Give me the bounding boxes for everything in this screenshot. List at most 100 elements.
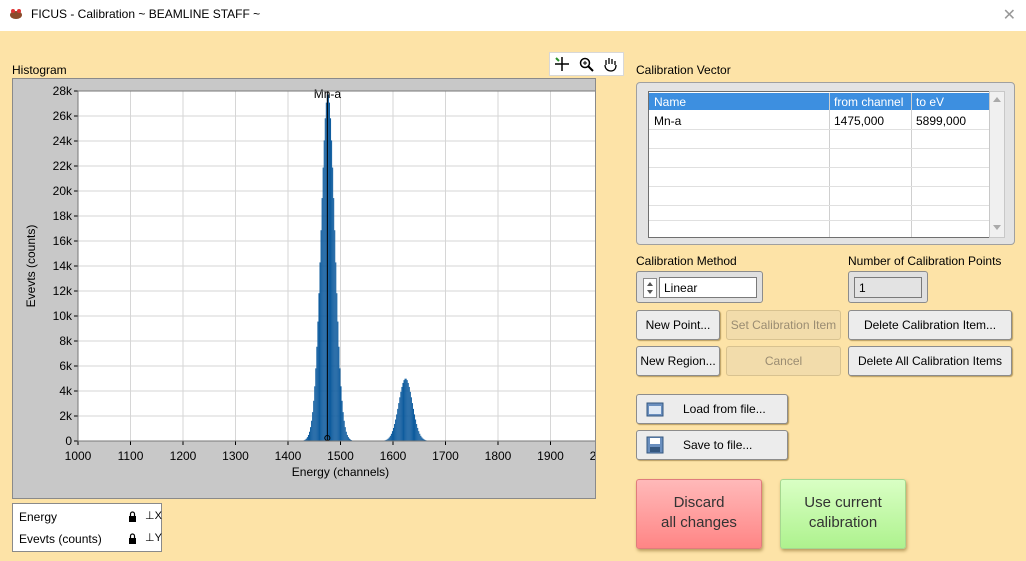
num-points-value: 1 — [859, 281, 866, 295]
x-axis-scale-icon[interactable]: ⊥X — [145, 509, 162, 522]
app-icon — [10, 9, 22, 19]
column-header-name[interactable]: Name — [654, 95, 686, 109]
x-tick-label: 1100 — [118, 449, 144, 463]
calibration-method-select[interactable]: Linear — [659, 277, 757, 298]
lock-icon[interactable] — [128, 511, 137, 522]
cancel-button[interactable]: Cancel — [726, 346, 841, 376]
y-axis-scale-icon[interactable]: ⊥Y — [145, 531, 162, 544]
table-row[interactable]: Mn-a 1475,000 5899,000 — [649, 111, 989, 129]
legend-label-y: Evevts (counts) — [19, 532, 102, 546]
histogram-bar — [347, 437, 349, 441]
cell-to-ev[interactable]: 5899,000 — [916, 114, 966, 128]
y-tick-label: 0 — [65, 434, 72, 448]
histogram-bar — [341, 400, 343, 441]
y-tick-label: 22k — [53, 159, 73, 173]
histogram-bar — [389, 435, 391, 441]
histogram-bar — [410, 397, 412, 441]
new-point-button[interactable]: New Point... — [636, 310, 720, 340]
column-header-from-channel[interactable]: from channel — [834, 95, 903, 109]
zoom-icon[interactable] — [577, 55, 595, 73]
row-divider — [649, 186, 989, 187]
row-divider — [649, 129, 989, 130]
histogram-bar — [388, 437, 390, 441]
calibration-method-value: Linear — [664, 281, 698, 295]
num-points-display: 1 — [854, 277, 922, 298]
histogram-bar — [317, 321, 319, 441]
delete-calibration-item-button[interactable]: Delete Calibration Item... — [848, 310, 1012, 340]
histogram-bar — [400, 391, 402, 441]
x-tick-label: 1400 — [275, 449, 302, 463]
x-tick-label: 1800 — [485, 449, 512, 463]
use-current-calibration-button[interactable]: Use current calibration — [780, 479, 906, 549]
histogram-bar — [398, 403, 400, 441]
calibration-table[interactable]: Name from channel to eV Mn-a 1475,000 58… — [648, 91, 990, 238]
histogram-bar — [339, 368, 341, 441]
x-tick-label: 1600 — [380, 449, 407, 463]
scroll-up-icon[interactable] — [992, 95, 1002, 103]
lock-icon[interactable] — [128, 533, 137, 544]
pan-hand-icon[interactable] — [601, 55, 619, 73]
table-scrollbar[interactable] — [989, 91, 1005, 238]
cursor-move-icon[interactable] — [553, 55, 571, 73]
row-divider — [649, 205, 989, 206]
discard-changes-button[interactable]: Discard all changes — [636, 479, 762, 549]
histogram-label: Histogram — [12, 63, 67, 77]
calibration-vector: Name from channel to eV Mn-a 1475,000 58… — [636, 82, 1015, 245]
histogram-bar — [331, 140, 333, 441]
histogram-bar — [345, 431, 347, 441]
histogram-bar — [404, 378, 406, 441]
histogram-bar — [408, 386, 410, 441]
discard-line-1: Discard — [673, 494, 725, 511]
histogram-bar — [340, 386, 342, 441]
delete-all-calibration-items-button[interactable]: Delete All Calibration Items — [848, 346, 1012, 376]
legend-label-x: Energy — [19, 510, 58, 524]
plot-legend: Energy ⊥X Evevts (counts) ⊥Y — [12, 503, 162, 552]
histogram-graph[interactable]: 0 2k 4k 6k 8k 10k 12k 14k 16k 18k 20k 22k 24k 26k 28k 1… — [12, 78, 617, 499]
y-tick-label: 12k — [53, 284, 73, 298]
x-tick-label: 1500 — [327, 449, 354, 463]
scroll-down-icon[interactable] — [992, 224, 1002, 232]
close-icon[interactable]: ✕ — [1003, 5, 1016, 24]
x-tick-label: 2000 — [590, 449, 595, 463]
save-to-file-button[interactable]: Save to file... — [636, 430, 788, 460]
x-tick-label: 1000 — [65, 449, 92, 463]
histogram-bar — [334, 230, 336, 441]
y-tick-label: 28k — [53, 84, 73, 98]
histogram-bar — [319, 262, 321, 441]
histogram-bar — [313, 400, 315, 441]
histogram-bar — [394, 424, 396, 441]
legend-row-y[interactable]: Evevts (counts) ⊥Y — [19, 529, 162, 549]
histogram-bar — [307, 434, 309, 441]
histogram-bar — [330, 118, 332, 441]
histogram-bar — [328, 102, 330, 441]
calibration-method-label: Calibration Method — [636, 254, 737, 268]
row-divider — [649, 220, 989, 221]
histogram-bar — [322, 167, 324, 441]
cell-from-channel[interactable]: 1475,000 — [834, 114, 884, 128]
column-header-to-ev[interactable]: to eV — [916, 95, 944, 109]
histogram-bar — [342, 412, 344, 441]
new-region-button[interactable]: New Region... — [636, 346, 720, 376]
histogram-bar — [418, 431, 420, 441]
cursor-label: Mn-a — [314, 87, 342, 101]
cell-name[interactable]: Mn-a — [654, 114, 681, 128]
spinner-arrows-icon[interactable] — [644, 279, 656, 297]
histogram-bar — [421, 437, 423, 441]
x-tick-label: 1700 — [432, 449, 459, 463]
histogram-bar — [344, 427, 346, 441]
set-calibration-item-button[interactable]: Set Calibration Item — [726, 310, 841, 340]
row-divider — [649, 148, 989, 149]
use-line-1: Use current — [804, 494, 882, 511]
histogram-bar — [393, 427, 395, 441]
legend-row-x[interactable]: Energy ⊥X — [19, 507, 162, 527]
histogram-bar — [419, 433, 421, 441]
histogram-bar — [323, 140, 325, 441]
y-tick-label: 18k — [53, 209, 73, 223]
method-spinner[interactable] — [643, 278, 657, 298]
calibration-method-ring: Linear — [636, 271, 763, 303]
histogram-bar — [405, 378, 407, 441]
load-from-file-button[interactable]: Load from file... — [636, 394, 788, 424]
y-axis-label: Evevts (counts) — [24, 225, 38, 308]
histogram-bar — [412, 408, 414, 441]
folder-open-icon — [646, 402, 664, 417]
